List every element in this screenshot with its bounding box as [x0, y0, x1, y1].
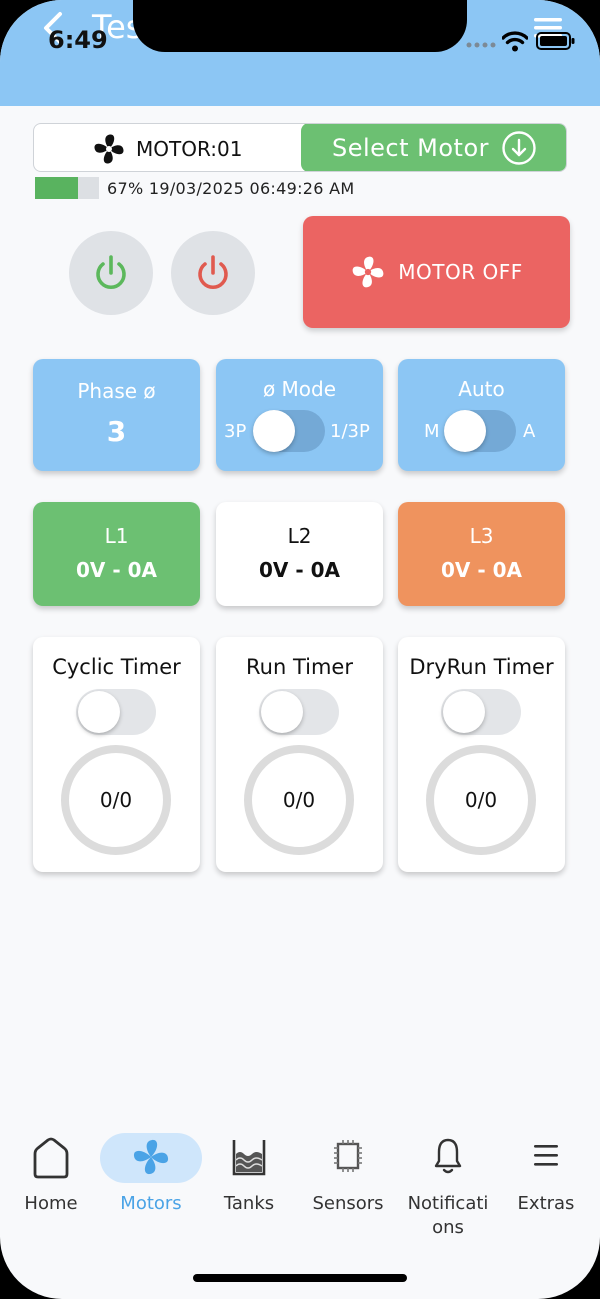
phase-label: Phase ø — [77, 379, 156, 403]
signal-status-row: 67% 19/03/2025 06:49:26 AM — [35, 176, 354, 200]
toggle-knob — [443, 691, 485, 733]
toggle-knob — [78, 691, 120, 733]
phone-screen: Tes 6:49 MOTOR:01 Select Motor 67% 19/03… — [0, 0, 600, 1299]
nav-sensors[interactable]: Sensors — [298, 1130, 398, 1216]
line-label: L1 — [104, 524, 129, 548]
nav-label: Tanks — [223, 1193, 275, 1214]
power-on-button[interactable] — [69, 231, 153, 315]
menu-icon — [534, 1145, 558, 1166]
power-off-button[interactable] — [171, 231, 255, 315]
line-label: L3 — [469, 524, 494, 548]
phase-mode-toggle[interactable] — [253, 410, 325, 452]
timer-progress-ring: 0/0 — [61, 745, 171, 855]
line-label: L2 — [287, 524, 312, 548]
line-value: 0V - 0A — [440, 558, 522, 582]
nav-label-part: Notificati — [407, 1193, 489, 1214]
motor-status-indicator: MOTOR OFF — [303, 216, 570, 328]
auto-mode-label: Auto — [458, 377, 505, 401]
motor-label: MOTOR:01 — [136, 137, 243, 161]
phase-mode-card: ø Mode 3P 1/3P — [216, 359, 383, 471]
run-timer-toggle[interactable] — [259, 689, 339, 735]
device-notch — [133, 0, 467, 52]
timer-progress-ring: 0/0 — [426, 745, 536, 855]
motor-status-label: MOTOR OFF — [398, 260, 523, 284]
signal-strength-text: 67% — [107, 178, 144, 198]
nav-motors[interactable]: Motors — [101, 1130, 201, 1216]
auto-mode-card: Auto M A — [398, 359, 565, 471]
power-icon — [96, 255, 126, 290]
nav-label-line1: Notificati ons — [398, 1192, 498, 1240]
line-card-l3: L3 0V - 0A — [398, 502, 565, 606]
mode-option-1-3p: 1/3P — [330, 421, 370, 442]
line-card-l2: L2 0V - 0A — [216, 502, 383, 606]
toggle-knob — [253, 410, 295, 452]
nav-label-part: ons — [432, 1217, 464, 1238]
signal-status-text: 67% 19/03/2025 06:49:26 AM — [107, 179, 354, 198]
arrow-down-circle-icon — [502, 130, 536, 165]
home-indicator — [193, 1274, 407, 1282]
motor-header: MOTOR:01 Select Motor — [33, 123, 567, 172]
timer-title: Run Timer — [246, 655, 353, 679]
chip-icon — [334, 1140, 362, 1172]
dryrun-timer-card: DryRun Timer 0/0 — [398, 637, 565, 872]
fan-icon — [352, 256, 384, 288]
nav-label: Home — [24, 1193, 78, 1214]
cyclic-timer-toggle[interactable] — [76, 689, 156, 735]
dryrun-timer-toggle[interactable] — [441, 689, 521, 735]
auto-option-auto: A — [523, 421, 536, 442]
home-icon — [33, 1137, 69, 1179]
line-card-l1: L1 0V - 0A — [33, 502, 200, 606]
nav-notifications[interactable]: Notificati ons — [398, 1130, 498, 1240]
timer-title: DryRun Timer — [409, 655, 554, 679]
nav-label: Sensors — [312, 1193, 384, 1214]
battery-icon — [536, 32, 575, 50]
nav-home[interactable]: Home — [1, 1130, 101, 1216]
power-icon — [198, 255, 228, 290]
tank-icon — [232, 1140, 266, 1176]
status-time: 6:49 — [48, 26, 108, 54]
timer-title: Cyclic Timer — [52, 655, 181, 679]
nav-label: Motors — [120, 1193, 182, 1214]
nav-extras[interactable]: Extras — [496, 1130, 596, 1216]
timer-value: 0/0 — [282, 788, 316, 812]
fan-icon — [133, 1139, 169, 1175]
line-value: 0V - 0A — [75, 558, 157, 582]
run-timer-card: Run Timer 0/0 — [216, 637, 383, 872]
nav-label: Extras — [517, 1193, 575, 1214]
bell-icon — [434, 1138, 462, 1174]
nav-tanks[interactable]: Tanks — [199, 1130, 299, 1216]
signal-strength-bar — [35, 177, 99, 199]
timer-value: 0/0 — [99, 788, 133, 812]
mode-option-3p: 3P — [224, 421, 247, 442]
phase-card: Phase ø 3 — [33, 359, 200, 471]
motor-id: MOTOR:01 — [92, 134, 243, 164]
toggle-knob — [261, 691, 303, 733]
timer-progress-ring: 0/0 — [244, 745, 354, 855]
phase-mode-label: ø Mode — [262, 377, 337, 401]
timer-value: 0/0 — [464, 788, 498, 812]
auto-option-manual: M — [424, 421, 440, 442]
signal-strength-fill — [35, 177, 78, 199]
fan-icon — [94, 134, 124, 164]
wifi-icon — [502, 31, 528, 52]
auto-mode-toggle[interactable] — [444, 410, 516, 452]
select-motor-button[interactable]: Select Motor — [301, 124, 566, 171]
phase-value: 3 — [106, 415, 127, 448]
signal-dots-icon — [466, 42, 496, 48]
select-motor-label: Select Motor — [331, 133, 490, 162]
cyclic-timer-card: Cyclic Timer 0/0 — [33, 637, 200, 872]
toggle-knob — [444, 410, 486, 452]
line-value: 0V - 0A — [258, 558, 340, 582]
last-update-timestamp: 19/03/2025 06:49:26 AM — [148, 178, 355, 198]
